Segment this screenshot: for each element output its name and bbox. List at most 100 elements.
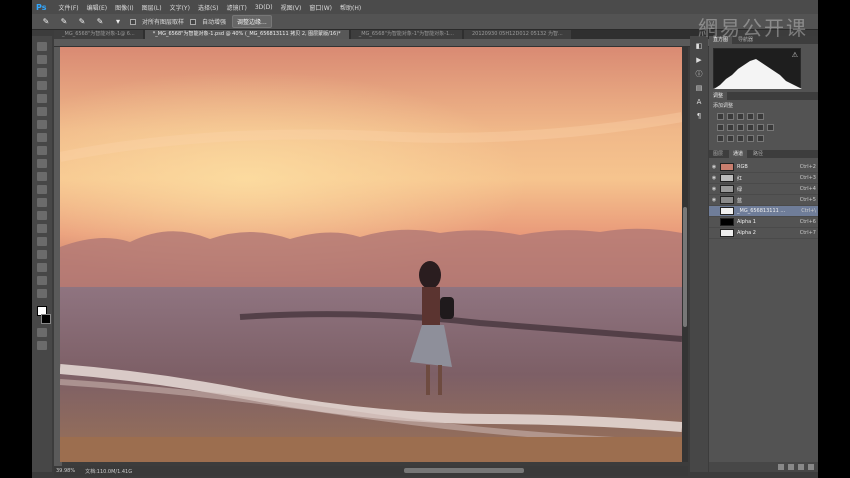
screen-mode-icon[interactable]	[37, 341, 47, 350]
new-selection-icon[interactable]: ✎	[58, 17, 70, 27]
menu-3d[interactable]: 3D(D)	[255, 4, 273, 11]
selective-color-icon[interactable]	[757, 135, 764, 142]
marquee-tool-icon[interactable]	[37, 55, 47, 64]
invert-icon[interactable]	[717, 135, 724, 142]
eye-icon[interactable]: ◉	[711, 164, 717, 170]
gradient-icon[interactable]	[37, 185, 47, 194]
channel-row-blue[interactable]: ◉ 蓝 Ctrl+5	[709, 195, 818, 206]
levels-icon[interactable]	[727, 113, 734, 120]
hue-sat-icon[interactable]	[717, 124, 724, 131]
channel-name: RGB	[737, 164, 748, 170]
lasso-tool-icon[interactable]	[37, 68, 47, 77]
type-tool-icon[interactable]	[37, 237, 47, 246]
hand-tool-icon[interactable]	[37, 276, 47, 285]
vertical-scroll-thumb[interactable]	[683, 207, 687, 327]
delete-channel-icon[interactable]	[808, 464, 814, 470]
eye-icon[interactable]: ◉	[711, 197, 717, 203]
healing-brush-icon[interactable]	[37, 120, 47, 129]
menu-view[interactable]: 视图(V)	[281, 3, 302, 12]
color-balance-icon[interactable]	[727, 124, 734, 131]
menu-select[interactable]: 选择(S)	[198, 3, 219, 12]
menu-layer[interactable]: 图层(L)	[142, 3, 162, 12]
add-selection-icon[interactable]: ✎	[76, 17, 88, 27]
path-select-icon[interactable]	[37, 250, 47, 259]
curves-icon[interactable]	[737, 113, 744, 120]
menu-image[interactable]: 图像(I)	[115, 3, 133, 12]
vertical-scrollbar[interactable]	[682, 47, 688, 462]
threshold-icon[interactable]	[737, 135, 744, 142]
doc-tab[interactable]: _MG_6568"为智能对象-1"为智能对象-1...	[350, 30, 462, 39]
channel-row-red[interactable]: ◉ 红 Ctrl+3	[709, 173, 818, 184]
pen-tool-icon[interactable]	[37, 224, 47, 233]
vibrance-icon[interactable]	[757, 113, 764, 120]
sample-all-layers-checkbox[interactable]	[130, 18, 136, 25]
paragraph-icon[interactable]: ¶	[695, 112, 703, 120]
channel-row-green[interactable]: ◉ 绿 Ctrl+4	[709, 184, 818, 195]
zoom-tool-icon[interactable]	[37, 289, 47, 298]
properties-icon[interactable]: ▤	[695, 84, 703, 92]
quick-select-icon[interactable]	[37, 81, 47, 90]
adjust-tabs: 调整	[709, 92, 818, 100]
channel-name: Alpha 1	[737, 219, 756, 225]
menu-file[interactable]: 文件(F)	[58, 3, 78, 12]
doc-tab[interactable]: 20120930 05H12D012 05132 为智...	[463, 30, 571, 39]
move-tool-icon[interactable]	[37, 42, 47, 51]
image-canvas[interactable]	[60, 47, 682, 462]
tab-channels[interactable]: 通道	[729, 150, 748, 158]
horizontal-ruler	[54, 39, 714, 47]
menu-filter[interactable]: 滤镜(T)	[226, 3, 246, 12]
save-selection-icon[interactable]	[788, 464, 794, 470]
shape-tool-icon[interactable]	[37, 263, 47, 272]
actions-icon[interactable]: ▶	[695, 56, 703, 64]
channel-thumb	[720, 196, 734, 204]
quick-select-tool-icon[interactable]: ✎	[40, 17, 52, 27]
exposure-icon[interactable]	[747, 113, 754, 120]
new-channel-icon[interactable]	[798, 464, 804, 470]
info-icon[interactable]: ⓘ	[695, 70, 703, 78]
blur-icon[interactable]	[37, 198, 47, 207]
stamp-tool-icon[interactable]	[37, 146, 47, 155]
tab-paths[interactable]: 路径	[749, 150, 767, 158]
channel-row-mask[interactable]: _MG_656813111 ... Ctrl+\	[709, 206, 818, 217]
brightness-icon[interactable]	[717, 113, 724, 120]
refine-edge-button[interactable]: 调整边缘...	[232, 15, 272, 28]
eyedropper-icon[interactable]	[37, 107, 47, 116]
quick-mask-icon[interactable]	[37, 328, 47, 337]
horizontal-scroll-thumb[interactable]	[404, 468, 524, 473]
color-lookup-icon[interactable]	[767, 124, 774, 131]
auto-enhance-checkbox[interactable]	[190, 18, 197, 25]
eye-icon[interactable]: ◉	[711, 175, 717, 181]
channel-name: 蓝	[737, 197, 743, 204]
channel-row-alpha2[interactable]: Alpha 2 Ctrl+7	[709, 228, 818, 239]
tab-layers[interactable]: 图层	[709, 150, 727, 158]
crop-tool-icon[interactable]	[37, 94, 47, 103]
black-white-icon[interactable]	[737, 124, 744, 131]
menu-type[interactable]: 文字(Y)	[170, 3, 190, 12]
tab-adjustments[interactable]: 调整	[709, 92, 728, 100]
channel-mixer-icon[interactable]	[757, 124, 764, 131]
brush-tool-icon[interactable]	[37, 133, 47, 142]
history-icon[interactable]: ◧	[695, 42, 703, 50]
history-brush-icon[interactable]	[37, 159, 47, 168]
brush-size-icon[interactable]: ▾	[112, 17, 124, 27]
warning-icon[interactable]: ⚠	[792, 51, 798, 59]
zoom-level[interactable]: 39.98%	[56, 468, 75, 474]
menu-help[interactable]: 帮助(H)	[340, 3, 361, 12]
menu-edit[interactable]: 编辑(E)	[87, 3, 107, 12]
character-icon[interactable]: A	[695, 98, 703, 106]
channel-thumb	[720, 229, 734, 237]
menu-window[interactable]: 窗口(W)	[309, 3, 332, 12]
doc-tab-active[interactable]: *_MG_6568"为智能对象-1.psd @ 40% (_MG_6568131…	[144, 30, 349, 39]
eraser-icon[interactable]	[37, 172, 47, 181]
subtract-selection-icon[interactable]: ✎	[94, 17, 106, 27]
photo-filter-icon[interactable]	[747, 124, 754, 131]
doc-tab[interactable]: _MG_6568"为智能对象-1@ 6...	[54, 30, 143, 39]
posterize-icon[interactable]	[727, 135, 734, 142]
channel-row-alpha1[interactable]: Alpha 1 Ctrl+6	[709, 217, 818, 228]
eye-icon[interactable]: ◉	[711, 186, 717, 192]
gradient-map-icon[interactable]	[747, 135, 754, 142]
channel-row-rgb[interactable]: ◉ RGB Ctrl+2	[709, 162, 818, 173]
load-selection-icon[interactable]	[778, 464, 784, 470]
dodge-icon[interactable]	[37, 211, 47, 220]
background-color-swatch[interactable]	[41, 314, 51, 324]
